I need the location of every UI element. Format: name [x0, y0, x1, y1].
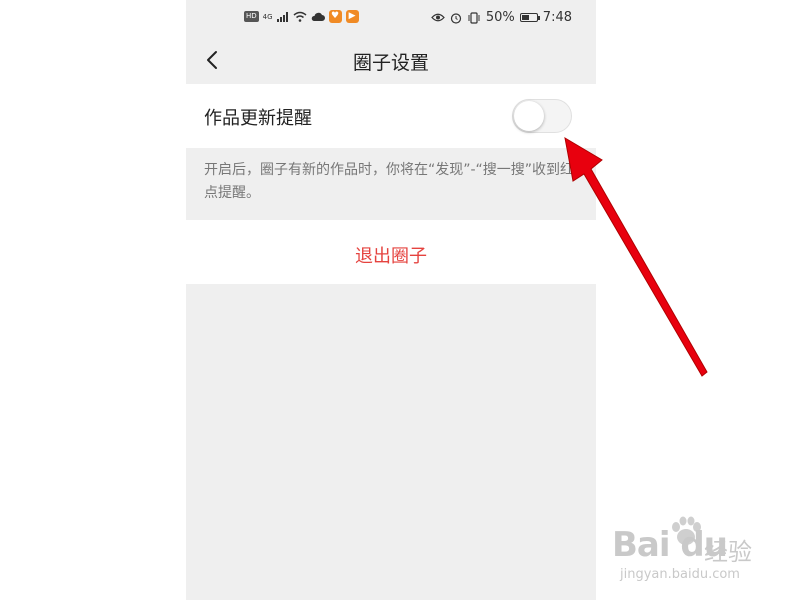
hd-icon: HD — [244, 11, 259, 22]
battery-percent: 50% — [485, 10, 515, 25]
eye-icon — [431, 13, 445, 22]
setting-description: 开启后，圈子有新的作品时，你将在“发现”-“搜一搜”收到红点提醒。 — [204, 162, 575, 201]
status-right-icons: 50% 7:48 — [431, 10, 572, 25]
work-update-reminder-label: 作品更新提醒 — [204, 108, 312, 129]
heart-app-icon: ♥ — [328, 10, 342, 23]
baidu-jingyan-watermark: Bai du 经验 jingyan.baidu.com — [612, 515, 782, 585]
watermark-cn: 经验 — [704, 538, 752, 566]
vibrate-icon — [468, 11, 480, 24]
watermark-url: jingyan.baidu.com — [620, 567, 740, 582]
exit-circle-button[interactable]: 退出圈子 — [186, 220, 596, 284]
battery-level-fill — [521, 15, 529, 20]
alarm-icon — [450, 12, 461, 24]
navigation-bar: 圈子设置 — [186, 40, 596, 82]
cloud-icon — [311, 12, 325, 21]
phone-screen: HD 4G ♥ ▶ 50% 7:48 圈子设置 作品更新提醒 开启后，圈子有新的… — [186, 0, 596, 600]
work-update-reminder-row: 作品更新提醒 — [186, 84, 596, 148]
play-app-icon: ▶ — [345, 10, 359, 23]
clock-time: 7:48 — [542, 10, 572, 25]
work-update-reminder-toggle[interactable] — [512, 99, 572, 133]
wifi-icon — [293, 11, 307, 22]
exit-circle-label: 退出圈子 — [355, 246, 427, 267]
page-title: 圈子设置 — [352, 52, 429, 74]
network-type-label: 4G — [262, 12, 273, 21]
status-bar: HD 4G ♥ ▶ 50% 7:48 — [186, 0, 596, 36]
cell-signal-icon — [276, 11, 288, 22]
battery-icon — [519, 13, 540, 22]
toggle-knob — [514, 101, 544, 131]
status-left-icons: HD 4G ♥ ▶ — [244, 10, 359, 23]
